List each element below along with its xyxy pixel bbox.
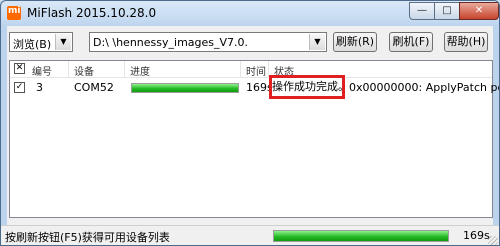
row-message: 0x00000000: ApplyPatch position <box>349 81 499 94</box>
image-path-combo[interactable]: D:\ \hennessy_images_V7.0. ▼ <box>89 32 327 52</box>
row-checkbox[interactable]: ✓ <box>14 82 25 93</box>
overall-progress-fill <box>274 231 448 241</box>
browse-label: 浏览(B) <box>13 38 52 51</box>
overall-progress-bar <box>273 230 449 242</box>
path-dropdown-arrow-icon[interactable]: ▼ <box>309 34 325 50</box>
client-area: 浏览(B) ▼ D:\ \hennessy_images_V7.0. ▼ 刷新(… <box>7 26 499 226</box>
device-list[interactable]: ✕ 编号 设备 进度 时间 状态 ✓ 3 COM52 169s 操作成功完成。 <box>9 60 499 218</box>
status-text: 按刷新按钮(F5)获得可用设备列表 <box>5 231 170 244</box>
resize-grip-icon[interactable] <box>488 236 498 245</box>
maximize-button[interactable]: □ <box>434 2 460 20</box>
overall-time: 169s <box>463 229 490 242</box>
help-button[interactable]: 帮助(H) <box>444 32 488 52</box>
header-id[interactable]: 编号 <box>32 63 52 78</box>
row-progress-bar <box>131 83 239 93</box>
browse-dropdown[interactable]: 浏览(B) ▼ <box>9 32 73 52</box>
dropdown-arrow-icon[interactable]: ▼ <box>55 34 71 50</box>
flash-button[interactable]: 刷机(F) <box>389 32 433 52</box>
header-separator <box>68 61 69 77</box>
miflash-window: MiFlash 2015.10.28.0 — □ ✕ 浏览(B) ▼ D:\ \… <box>0 0 500 246</box>
table-row[interactable]: ✓ 3 COM52 169s 操作成功完成。 0x00000000: Apply… <box>10 75 499 99</box>
header-separator <box>240 61 241 77</box>
row-device: COM52 <box>74 81 114 94</box>
app-icon <box>7 6 21 20</box>
close-button[interactable]: ✕ <box>459 2 499 20</box>
header-device[interactable]: 设备 <box>74 63 94 78</box>
header-time[interactable]: 时间 <box>246 63 266 78</box>
window-title: MiFlash 2015.10.28.0 <box>27 6 157 20</box>
header-separator <box>124 61 125 77</box>
title-bar[interactable]: MiFlash 2015.10.28.0 — □ ✕ <box>1 1 499 25</box>
image-path-value: D:\ \hennessy_images_V7.0. <box>93 36 249 49</box>
status-bar: 按刷新按钮(F5)获得可用设备列表 169s <box>1 225 499 245</box>
list-header: ✕ 编号 设备 进度 时间 状态 <box>10 61 492 78</box>
row-status: 操作成功完成。 <box>269 75 349 99</box>
select-all-checkbox[interactable]: ✕ <box>14 63 25 74</box>
minimize-button[interactable]: — <box>409 2 435 20</box>
row-progress-fill <box>132 84 238 92</box>
row-id: 3 <box>36 81 43 94</box>
header-progress[interactable]: 进度 <box>130 63 150 78</box>
refresh-button[interactable]: 刷新(R) <box>333 32 377 52</box>
